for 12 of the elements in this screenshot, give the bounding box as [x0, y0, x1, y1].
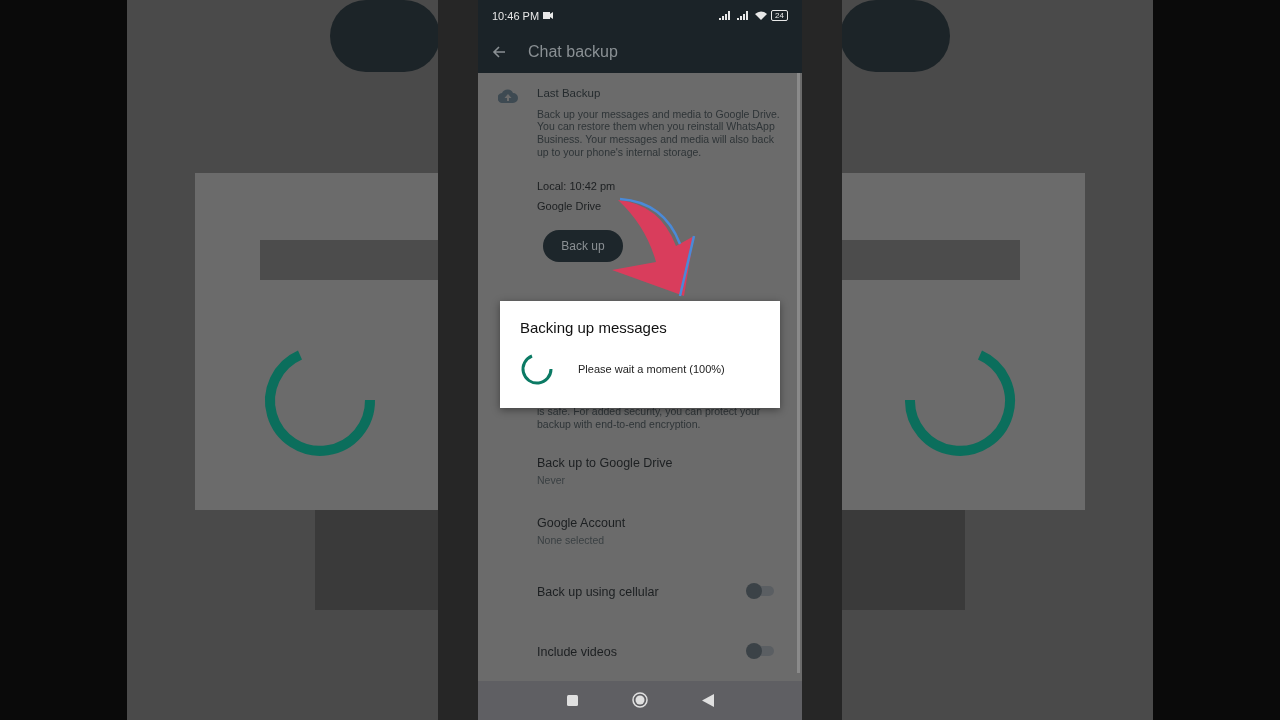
screen-title: Chat backup — [528, 42, 618, 61]
back-up-button[interactable]: Back up — [543, 230, 623, 263]
setting-label: Include videos — [537, 644, 617, 659]
battery-level: 24 — [771, 10, 788, 22]
dialog-message: Please wait a moment (100%) — [578, 363, 725, 375]
dialog-title: Backing up messages — [520, 319, 668, 336]
section-title: Last Backup — [537, 86, 602, 99]
google-drive-backup: Google Drive — [537, 200, 603, 213]
local-backup-time: Local: 10:42 pm — [537, 180, 617, 193]
setting-label: Back up using cellular — [537, 584, 659, 599]
description-text: Back up your messages and media to Google Drive. You can restore them when you reinstall WhatsApp Business. Your messages and media will also back up to your phone's internal storage. — [537, 107, 781, 159]
status-time: 10:46 PM — [492, 9, 540, 22]
